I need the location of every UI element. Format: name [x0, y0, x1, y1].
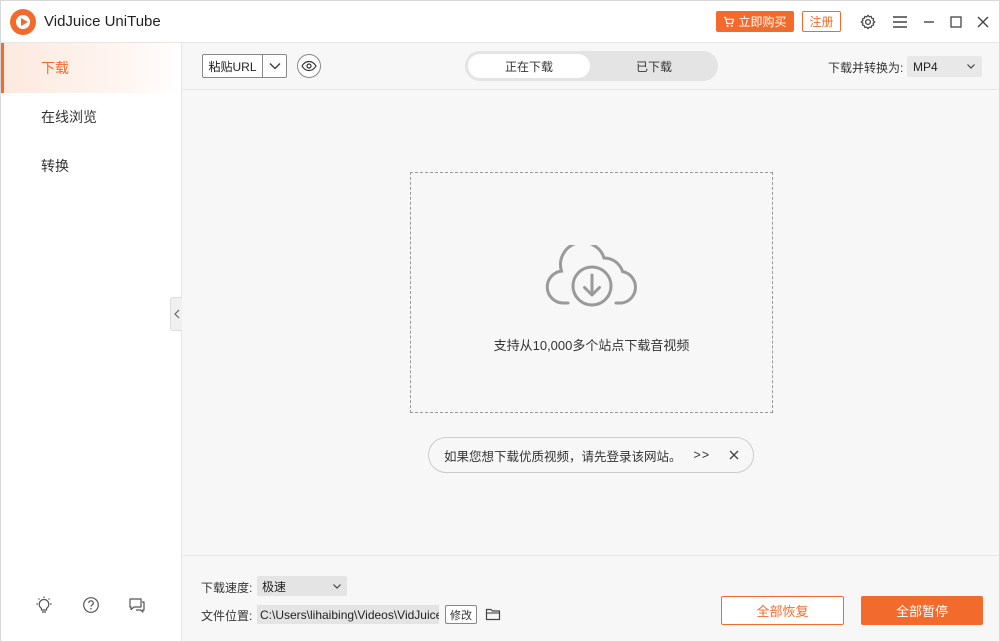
sidebar-item-online-browse[interactable]: 在线浏览	[1, 92, 181, 142]
buy-now-button[interactable]: 立即购买	[716, 11, 794, 32]
convert-format-select[interactable]: MP4	[907, 56, 982, 77]
register-button[interactable]: 注册	[802, 11, 841, 32]
download-footer: 下载速度: 极速 文件位置: C:\Users\lihaibing\Videos…	[183, 555, 999, 641]
title-bar: VidJuice UniTube 立即购买 注册	[1, 1, 999, 43]
sidebar-item-label: 转换	[41, 158, 69, 174]
sidebar-item-label: 在线浏览	[41, 109, 97, 125]
tab-downloaded[interactable]: 已下载	[593, 54, 715, 78]
convert-format-label: 下载并转换为:	[828, 61, 904, 75]
preview-eye-button[interactable]	[297, 54, 321, 78]
menu-icon[interactable]	[890, 12, 910, 32]
close-window-icon[interactable]	[973, 12, 993, 32]
tab-downloading[interactable]: 正在下载	[468, 54, 590, 78]
convert-format-value: MP4	[913, 59, 938, 74]
location-path-field: C:\Users\lihaibing\Videos\VidJuice	[257, 605, 439, 624]
feedback-icon[interactable]	[127, 595, 147, 615]
download-toolbar: 粘贴URL 正在下载 已下载 下载并转换为: MP4	[183, 43, 999, 90]
chevron-down-icon	[967, 64, 975, 69]
sidebar-collapse-handle[interactable]	[170, 297, 182, 331]
app-title: VidJuice UniTube	[44, 13, 161, 30]
lightbulb-icon[interactable]	[34, 595, 54, 615]
eye-icon	[301, 60, 317, 72]
folder-icon[interactable]	[485, 606, 501, 622]
chevron-down-icon	[333, 584, 341, 589]
minimize-icon[interactable]	[919, 12, 939, 32]
cloud-download-icon	[545, 245, 637, 307]
sidebar-item-label: 下载	[41, 60, 69, 76]
maximize-icon[interactable]	[946, 12, 966, 32]
pause-all-button[interactable]: 全部暂停	[861, 596, 983, 625]
help-icon[interactable]	[81, 595, 101, 615]
sidebar-item-convert[interactable]: 转换	[1, 141, 181, 191]
download-status-tabs: 正在下载 已下载	[465, 51, 718, 81]
chevron-left-icon	[173, 309, 179, 319]
chevron-down-icon	[269, 63, 280, 70]
login-tip-more-link[interactable]: >>	[694, 448, 711, 462]
paste-url-dropdown[interactable]	[263, 55, 286, 77]
sidebar: 下载 在线浏览 转换	[1, 43, 182, 641]
buy-now-label: 立即购买	[738, 15, 787, 29]
speed-label: 下载速度:	[201, 581, 253, 595]
paste-url-button[interactable]: 粘贴URL	[203, 55, 263, 77]
settings-gear-icon[interactable]	[858, 12, 878, 32]
app-window: VidJuice UniTube 立即购买 注册 下载 在线浏览 转换 粘贴UR…	[0, 0, 1000, 642]
paste-url-button-group: 粘贴URL	[202, 54, 287, 78]
app-logo-icon	[10, 9, 36, 35]
cart-icon	[724, 16, 735, 27]
login-tip-banner: 如果您想下载优质视频，请先登录该网站。 >>	[428, 437, 754, 473]
resume-all-button[interactable]: 全部恢复	[721, 596, 844, 625]
modify-location-button[interactable]: 修改	[445, 605, 477, 624]
close-icon[interactable]	[727, 448, 741, 462]
speed-value: 极速	[262, 579, 287, 594]
url-drop-zone[interactable]: 支持从10,000多个站点下载音视频	[410, 172, 773, 413]
sidebar-item-download[interactable]: 下载	[1, 43, 181, 93]
location-label: 文件位置:	[201, 609, 253, 623]
speed-select[interactable]: 极速	[257, 576, 347, 596]
login-tip-text: 如果您想下载优质视频，请先登录该网站。	[444, 449, 682, 464]
drop-zone-text: 支持从10,000多个站点下载音视频	[493, 338, 690, 353]
